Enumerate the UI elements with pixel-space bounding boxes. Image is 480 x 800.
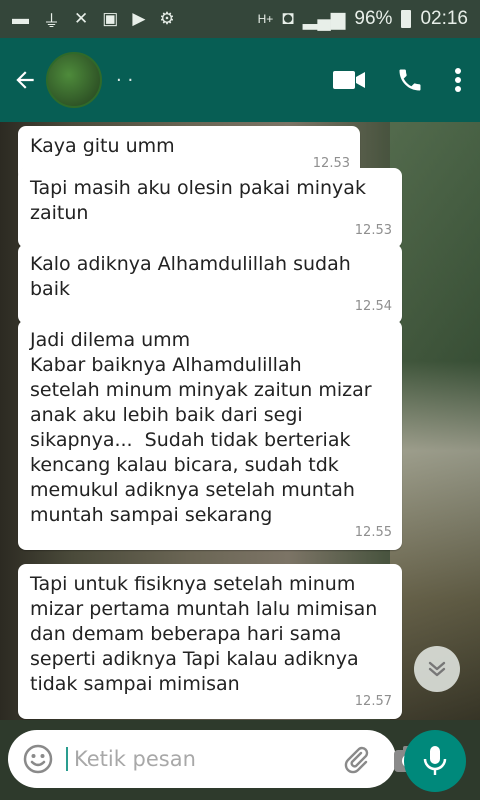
battery-icon	[401, 10, 412, 28]
message-bubble[interactable]: Kalo adiknya Alhamdulillah sudah baik 12…	[18, 244, 402, 324]
signal-icon: ▂▄▆	[302, 8, 346, 30]
contact-name[interactable]: · ·	[116, 70, 133, 91]
message-icon: ▬	[12, 9, 29, 28]
chevron-double-down-icon[interactable]	[414, 646, 460, 692]
more-vert-icon[interactable]	[454, 67, 462, 93]
paperclip-icon[interactable]	[342, 744, 370, 774]
battery-level: 96%	[354, 8, 393, 29]
chat-header: · ·	[0, 38, 480, 122]
phone-icon[interactable]	[396, 66, 424, 94]
status-bar: ▬ ⏚ ✕ ▣ ▶ ⚙ H+ ◘ ▂▄▆ 96% 02:16	[0, 0, 480, 38]
message-time: 12.54	[354, 299, 392, 314]
missed-call-icon: ✕	[74, 9, 89, 28]
message-bubble[interactable]: Jadi dilema umm Kabar baiknya Alhamdulil…	[18, 320, 402, 550]
message-bubble[interactable]: Tapi masih aku olesin pakai minyak zaitu…	[18, 168, 402, 248]
settings-icon: ⚙	[159, 9, 175, 28]
image-icon: ▣	[102, 9, 119, 28]
message-time: 12.55	[354, 525, 392, 540]
emoji-icon[interactable]	[22, 743, 54, 775]
arrow-left-icon[interactable]	[10, 67, 40, 93]
chat-area[interactable]: Kaya gitu umm 12.53 Tapi masih aku olesi…	[0, 122, 480, 720]
message-text: Tapi untuk fisiknya setelah minum mizar …	[30, 573, 378, 695]
message-input[interactable]	[66, 747, 342, 771]
youtube-icon: ▶	[132, 9, 146, 28]
message-text: Jadi dilema umm Kabar baiknya Alhamdulil…	[30, 329, 372, 526]
nfc-icon: ◘	[282, 8, 294, 29]
message-text: Kaya gitu umm	[30, 135, 175, 157]
message-time: 12.53	[354, 223, 392, 238]
notification-icons: ▬ ⏚ ✕ ▣ ▶ ⚙	[12, 7, 175, 32]
message-bubble[interactable]: Tapi untuk fisiknya setelah minum mizar …	[18, 564, 402, 719]
video-call-icon[interactable]	[332, 68, 366, 92]
clock: 02:16	[420, 8, 468, 29]
avatar[interactable]	[46, 52, 102, 108]
message-time: 12.57	[354, 694, 392, 709]
composer-bar	[0, 720, 480, 800]
message-text: Tapi masih aku olesin pakai minyak zaitu…	[30, 177, 366, 224]
message-text: Kalo adiknya Alhamdulillah sudah baik	[30, 253, 351, 300]
message-input-container	[8, 730, 424, 788]
usb-icon: ⏚	[43, 11, 60, 31]
mic-icon[interactable]	[404, 730, 466, 792]
network-type: H+	[257, 12, 274, 26]
